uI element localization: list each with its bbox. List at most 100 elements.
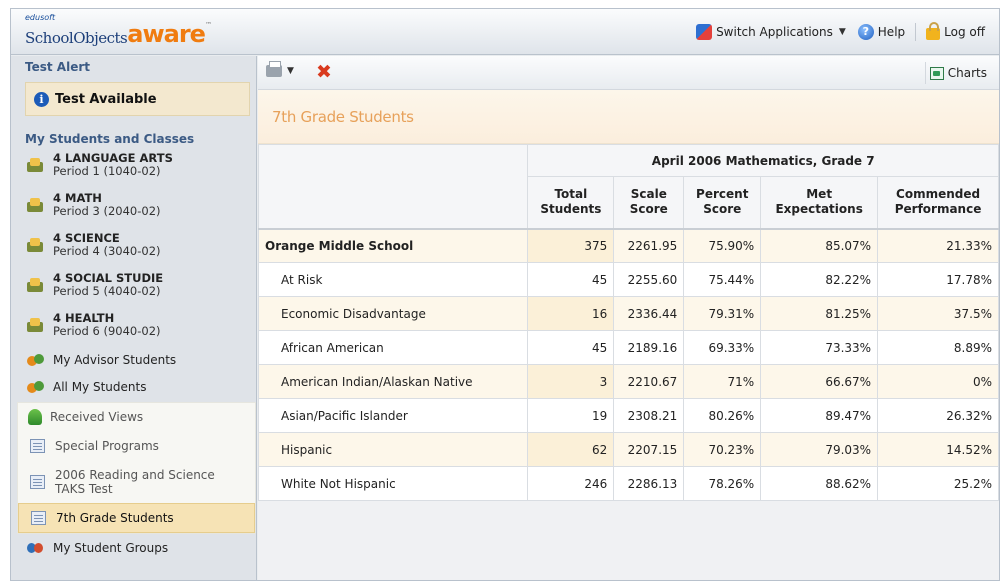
view-label: 7th Grade Students [56,511,174,525]
cell-total: 62 [527,432,615,467]
log-off-button[interactable]: Log off [920,22,991,42]
print-button[interactable]: ▼ [266,61,294,77]
cell-total: 3 [527,364,615,399]
table-row[interactable]: At Risk 45 2255.60 75.44% 82.22% 17.78% [257,262,999,297]
cell-commended: 21.33% [877,227,999,263]
class-period: Period 6 (9040-02) [53,324,161,338]
advisor-students-label: My Advisor Students [53,352,177,367]
cell-met: 81.25% [760,296,879,331]
table-row[interactable]: White Not Hispanic 246 2286.13 78.26% 88… [257,466,999,501]
table-row[interactable]: American Indian/Alaskan Native 3 2210.67… [257,364,999,399]
top-bar: edusoft SchoolObjects aware ™ Switch App… [11,9,999,55]
title-band: 7th Grade Students [258,90,999,144]
column-header-commended-performance[interactable]: Commended Performance [877,176,999,229]
test-available-item[interactable]: i Test Available [25,82,250,116]
column-header-percent-score[interactable]: Percent Score [683,176,762,229]
divider [915,23,917,41]
class-icon [27,158,45,174]
cell-met: 66.67% [760,364,879,399]
main-panel: ▼ ✖ Charts 7th Grade Students April 2006… [257,56,999,580]
cell-percent: 80.26% [683,398,762,433]
view-item-7th-grade-students[interactable]: 7th Grade Students [18,503,255,533]
received-views-header[interactable]: Received Views [18,403,255,431]
view-icon [30,475,45,489]
view-icon [31,511,46,525]
row-label: Hispanic [257,432,529,467]
sidebar-item-advisor-students[interactable]: My Advisor Students [11,346,256,373]
cell-scale: 2308.21 [613,398,685,433]
student-groups-label: My Student Groups [53,540,169,555]
row-label: At Risk [257,262,529,297]
test-alert-header: Test Alert [25,60,90,74]
cell-percent: 71% [683,364,762,399]
view-item-special-programs[interactable]: Special Programs [18,431,255,461]
cell-scale: 2261.95 [613,227,685,263]
logo-main: SchoolObjects [25,29,128,47]
sidebar-item-language-arts[interactable]: 4 LANGUAGE ARTS Period 1 (1040-02) [11,150,256,190]
help-button[interactable]: ? Help [852,22,911,42]
cell-total: 16 [527,296,615,331]
view-item-taks-test[interactable]: 2006 Reading and Science TAKS Test [18,461,255,503]
cell-commended: 26.32% [877,398,999,433]
cell-total: 45 [527,262,615,297]
column-header-scale-score[interactable]: Scale Score [613,176,685,229]
class-period: Period 1 (1040-02) [53,164,161,178]
sidebar: Test Alert i Test Available My Students … [11,56,257,580]
class-period: Period 5 (4040-02) [53,284,161,298]
sidebar-item-student-groups[interactable]: My Student Groups [11,534,256,561]
sidebar-item-science[interactable]: 4 SCIENCE Period 4 (3040-02) [11,230,256,270]
table-corner-cell [257,144,529,229]
cell-commended: 14.52% [877,432,999,467]
charts-button[interactable]: Charts [924,62,991,84]
cell-commended: 25.2% [877,466,999,501]
class-icon [27,278,45,294]
sidebar-item-social-studies[interactable]: 4 SOCIAL STUDIE Period 5 (4040-02) [11,270,256,310]
class-period: Period 4 (3040-02) [53,244,161,258]
received-views-panel: Received Views Special Programs 2006 Rea… [17,402,256,534]
app-window: edusoft SchoolObjects aware ™ Switch App… [10,8,1000,581]
close-icon[interactable]: ✖ [316,61,332,83]
charts-icon [929,66,944,80]
logo-prefix: edusoft [25,13,56,22]
cell-met: 82.22% [760,262,879,297]
chevron-down-icon: ▼ [287,66,294,76]
sidebar-item-all-students[interactable]: All My Students [11,373,256,400]
sidebar-item-health[interactable]: 4 HEALTH Period 6 (9040-02) [11,310,256,346]
cell-percent: 79.31% [683,296,762,331]
app-logo: edusoft SchoolObjects aware ™ [25,13,212,47]
cell-scale: 2336.44 [613,296,685,331]
all-students-label: All My Students [53,379,147,394]
table-row[interactable]: Orange Middle School 375 2261.95 75.90% … [257,227,999,263]
view-icon [30,439,45,453]
table-group-header-row: April 2006 Mathematics, Grade 7 [257,144,999,229]
row-label: Orange Middle School [257,227,529,263]
assessment-header: April 2006 Mathematics, Grade 7 [527,144,999,177]
table-row[interactable]: Economic Disadvantage 16 2336.44 79.31% … [257,296,999,331]
cell-met: 88.62% [760,466,879,501]
cell-commended: 0% [877,364,999,399]
sidebar-item-math[interactable]: 4 MATH Period 3 (2040-02) [11,190,256,230]
class-icon [27,238,45,254]
cell-commended: 17.78% [877,262,999,297]
switch-applications-icon [696,24,713,40]
table-row[interactable]: Asian/Pacific Islander 19 2308.21 80.26%… [257,398,999,433]
cell-commended: 8.89% [877,330,999,365]
cell-percent: 75.44% [683,262,762,297]
cell-met: 89.47% [760,398,879,433]
cell-total: 246 [527,466,615,501]
toolbar: ▼ ✖ Charts [258,56,999,90]
table-row[interactable]: Hispanic 62 2207.15 70.23% 79.03% 14.52% [257,432,999,467]
help-label: Help [877,25,906,39]
column-header-met-expectations[interactable]: Met Expectations [760,176,879,229]
groups-icon [27,541,45,555]
row-label: American Indian/Alaskan Native [257,364,529,399]
results-table: April 2006 Mathematics, Grade 7 Total Stu… [257,144,999,501]
row-label: Asian/Pacific Islander [257,398,529,433]
cell-percent: 69.33% [683,330,762,365]
cell-percent: 75.90% [683,227,762,263]
cell-total: 19 [527,398,615,433]
students-icon [27,353,45,367]
column-header-total-students[interactable]: Total Students [527,176,615,229]
table-row[interactable]: African American 45 2189.16 69.33% 73.33… [257,330,999,365]
switch-applications-button[interactable]: Switch Applications ▼ [690,22,852,42]
